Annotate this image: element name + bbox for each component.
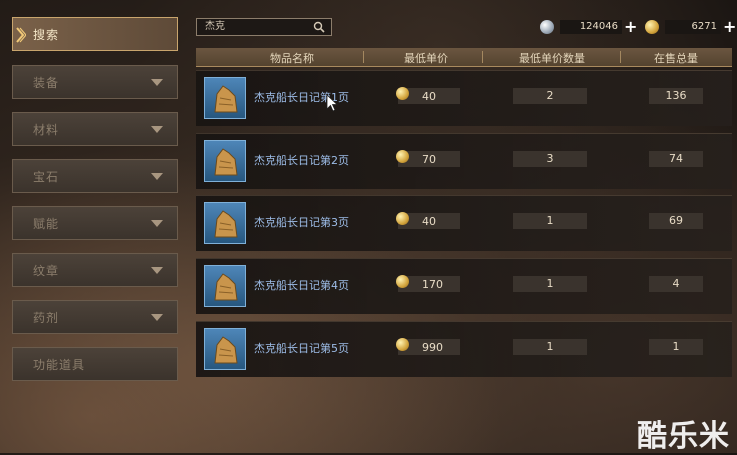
silver-amount: 124046 [560,20,622,34]
total-on-sale: 69 [649,213,703,229]
watermark: 酷乐米 [637,419,730,454]
sidebar-item-empower[interactable]: 赋能 [12,206,178,240]
journal-page-icon [204,77,246,119]
chevron-down-icon [151,173,163,180]
chevron-down-icon [151,126,163,133]
sidebar-item-label: 赋能 [33,216,60,231]
search-input[interactable]: 杰克 [196,18,332,36]
header-divider [482,51,483,63]
gold-currency: 6271 + [645,18,736,36]
chevron-down-icon [151,314,163,321]
lowest-price: 40 [422,90,436,103]
lowest-price: 170 [422,278,443,291]
silver-currency: 124046 + [540,18,637,36]
lowest-price-qty: 1 [513,276,587,292]
table-header: 物品名称 最低单价 最低单价数量 在售总量 [196,48,732,67]
gold-coin-icon [396,338,409,351]
mouse-cursor-icon [326,94,338,112]
total-on-sale: 136 [649,88,703,104]
lowest-price-qty: 1 [513,339,587,355]
gold-coin-icon [645,20,659,34]
sidebar-item-label: 药剂 [33,310,60,325]
item-name[interactable]: 杰克船长日记第5页 [254,340,349,356]
sidebar-item-label: 搜索 [33,27,60,42]
total-on-sale: 1 [649,339,703,355]
table-row[interactable]: 杰克船长日记第5页 990 1 1 [196,321,732,377]
journal-page-icon [204,265,246,307]
table-row[interactable]: 杰克船长日记第4页 170 1 4 [196,258,732,314]
table-row[interactable]: 杰克船长日记第1页 40 2 136 [196,70,732,126]
item-name[interactable]: 杰克船长日记第4页 [254,277,349,293]
gold-coin-icon [396,87,409,100]
sidebar-item-search[interactable]: 搜索 [12,17,178,51]
lowest-price: 990 [422,341,443,354]
silver-coin-icon [540,20,554,34]
gold-coin-icon [396,212,409,225]
sidebar-item-utility[interactable]: 功能道具 [12,347,178,381]
header-divider [363,51,364,63]
sidebar-item-equipment[interactable]: 装备 [12,65,178,99]
chevron-down-icon [151,220,163,227]
lowest-price-qty: 3 [513,151,587,167]
journal-page-icon [204,140,246,182]
search-icon[interactable] [313,21,325,33]
header-lowest-price[interactable]: 最低单价 [376,50,476,66]
sidebar-item-label: 材料 [33,122,60,137]
sidebar-item-emblems[interactable]: 纹章 [12,253,178,287]
header-item-name[interactable]: 物品名称 [232,50,352,66]
sidebar-item-label: 宝石 [33,169,60,184]
chevron-down-icon [151,79,163,86]
gold-coin-icon [396,275,409,288]
lowest-price: 40 [422,215,436,228]
sidebar-item-gems[interactable]: 宝石 [12,159,178,193]
item-name[interactable]: 杰克船长日记第3页 [254,214,349,230]
header-total-on-sale[interactable]: 在售总量 [626,50,726,66]
total-on-sale: 4 [649,276,703,292]
item-name[interactable]: 杰克船长日记第2页 [254,152,349,168]
lowest-price-qty: 2 [513,88,587,104]
lowest-price-qty: 1 [513,213,587,229]
sidebar-item-potions[interactable]: 药剂 [12,300,178,334]
journal-page-icon [204,328,246,370]
sidebar-item-label: 纹章 [33,263,60,278]
add-gold-button[interactable]: + [723,19,736,35]
sidebar-item-materials[interactable]: 材料 [12,112,178,146]
header-divider [620,51,621,63]
search-input-value: 杰克 [205,21,225,32]
chevron-right-icon [16,27,26,43]
gold-coin-icon [396,150,409,163]
table-row[interactable]: 杰克船长日记第2页 70 3 74 [196,133,732,189]
header-lowest-price-qty[interactable]: 最低单价数量 [492,50,612,66]
chevron-down-icon [151,267,163,274]
lowest-price: 70 [422,153,436,166]
sidebar-item-label: 功能道具 [33,357,86,372]
total-on-sale: 74 [649,151,703,167]
gold-amount: 6271 [665,20,721,34]
add-silver-button[interactable]: + [624,19,637,35]
sidebar-item-label: 装备 [33,75,60,90]
table-row[interactable]: 杰克船长日记第3页 40 1 69 [196,195,732,251]
journal-page-icon [204,202,246,244]
